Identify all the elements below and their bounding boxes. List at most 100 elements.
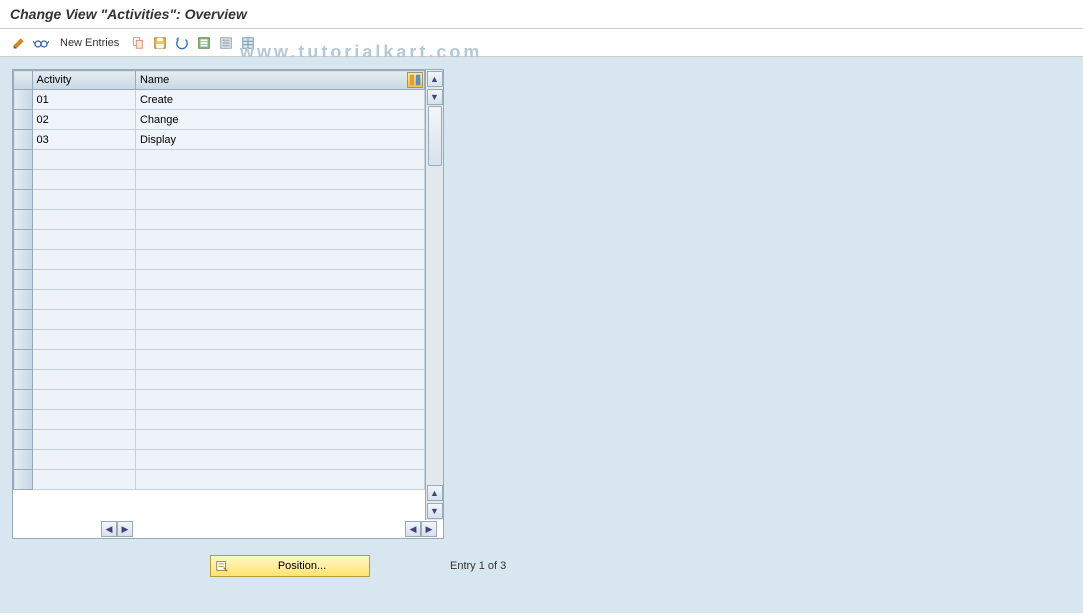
row-selector[interactable] [14, 170, 33, 190]
scroll-down-icon[interactable]: ▼ [427, 89, 443, 105]
hscroll-left2-icon[interactable]: ◀ [405, 521, 421, 537]
table-row [14, 350, 425, 370]
content-area: Activity Name 01 Create 02 Change 03 Dis… [0, 57, 1083, 613]
row-selector-header[interactable] [14, 71, 33, 90]
new-entries-label: New Entries [60, 37, 119, 49]
table-row [14, 190, 425, 210]
column-header-name[interactable]: Name [135, 71, 424, 90]
cell-activity[interactable] [32, 310, 135, 330]
scroll-up-icon[interactable]: ▲ [427, 71, 443, 87]
undo-icon[interactable] [173, 34, 191, 52]
row-selector[interactable] [14, 470, 33, 490]
scroll-up2-icon[interactable]: ▲ [427, 485, 443, 501]
cell-name[interactable]: Create [135, 90, 424, 110]
row-selector[interactable] [14, 290, 33, 310]
deselect-all-icon[interactable] [217, 34, 235, 52]
row-selector[interactable] [14, 330, 33, 350]
row-selector[interactable] [14, 310, 33, 330]
cell-activity[interactable] [32, 230, 135, 250]
scroll-down2-icon[interactable]: ▼ [427, 503, 443, 519]
row-selector[interactable] [14, 210, 33, 230]
cell-activity[interactable] [32, 170, 135, 190]
save-icon[interactable] [151, 34, 169, 52]
cell-activity[interactable] [32, 370, 135, 390]
cell-name[interactable] [135, 150, 424, 170]
cell-name[interactable] [135, 390, 424, 410]
edit-pencil-icon[interactable] [10, 34, 28, 52]
hscroll-right2-icon[interactable]: ▶ [421, 521, 437, 537]
row-selector[interactable] [14, 410, 33, 430]
cell-name[interactable]: Change [135, 110, 424, 130]
cell-name[interactable] [135, 430, 424, 450]
row-selector[interactable] [14, 350, 33, 370]
cell-activity[interactable] [32, 190, 135, 210]
row-selector[interactable] [14, 390, 33, 410]
cell-activity[interactable] [32, 150, 135, 170]
column-header-activity[interactable]: Activity [32, 71, 135, 90]
cell-name[interactable] [135, 330, 424, 350]
row-selector[interactable] [14, 250, 33, 270]
cell-name[interactable] [135, 470, 424, 490]
cell-activity[interactable] [32, 430, 135, 450]
scroll-track[interactable] [427, 106, 443, 484]
table-row [14, 370, 425, 390]
cell-activity[interactable] [32, 470, 135, 490]
row-selector[interactable] [14, 110, 33, 130]
row-selector[interactable] [14, 90, 33, 110]
hscroll-left-icon[interactable]: ◀ [101, 521, 117, 537]
table-row [14, 270, 425, 290]
table-row [14, 430, 425, 450]
cell-activity[interactable]: 01 [32, 90, 135, 110]
table-row [14, 390, 425, 410]
row-selector[interactable] [14, 450, 33, 470]
cell-name[interactable]: Display [135, 130, 424, 150]
position-button[interactable]: Position... [210, 555, 370, 577]
cell-activity[interactable] [32, 410, 135, 430]
row-selector[interactable] [14, 150, 33, 170]
cell-name[interactable] [135, 410, 424, 430]
table-row: 03 Display [14, 130, 425, 150]
cell-activity[interactable] [32, 270, 135, 290]
select-all-icon[interactable] [195, 34, 213, 52]
cell-activity[interactable]: 03 [32, 130, 135, 150]
cell-name[interactable] [135, 310, 424, 330]
cell-activity[interactable] [32, 250, 135, 270]
cell-activity[interactable] [32, 350, 135, 370]
toolbar: New Entries [0, 29, 1083, 57]
cell-name[interactable] [135, 250, 424, 270]
scroll-thumb[interactable] [428, 106, 442, 166]
new-entries-button[interactable]: New Entries [54, 35, 125, 51]
cell-activity[interactable] [32, 210, 135, 230]
cell-activity[interactable] [32, 390, 135, 410]
cell-name[interactable] [135, 230, 424, 250]
table-row [14, 210, 425, 230]
cell-name[interactable] [135, 270, 424, 290]
row-selector[interactable] [14, 370, 33, 390]
table-row: 02 Change [14, 110, 425, 130]
copy-icon[interactable] [129, 34, 147, 52]
row-selector[interactable] [14, 190, 33, 210]
table-config-icon[interactable] [407, 72, 423, 88]
row-selector[interactable] [14, 270, 33, 290]
cell-name[interactable] [135, 190, 424, 210]
cell-activity[interactable] [32, 450, 135, 470]
cell-name[interactable] [135, 210, 424, 230]
cell-name[interactable] [135, 170, 424, 190]
cell-name[interactable] [135, 450, 424, 470]
cell-activity[interactable] [32, 290, 135, 310]
table-row [14, 250, 425, 270]
hscroll-right-icon[interactable]: ▶ [117, 521, 133, 537]
cell-activity[interactable]: 02 [32, 110, 135, 130]
cell-name[interactable] [135, 290, 424, 310]
table-row [14, 450, 425, 470]
cell-name[interactable] [135, 370, 424, 390]
cell-name[interactable] [135, 350, 424, 370]
table-row [14, 170, 425, 190]
row-selector[interactable] [14, 230, 33, 250]
table-settings-icon[interactable] [239, 34, 257, 52]
row-selector[interactable] [14, 130, 33, 150]
glasses-icon[interactable] [32, 34, 50, 52]
cell-activity[interactable] [32, 330, 135, 350]
row-selector[interactable] [14, 430, 33, 450]
table-row [14, 470, 425, 490]
